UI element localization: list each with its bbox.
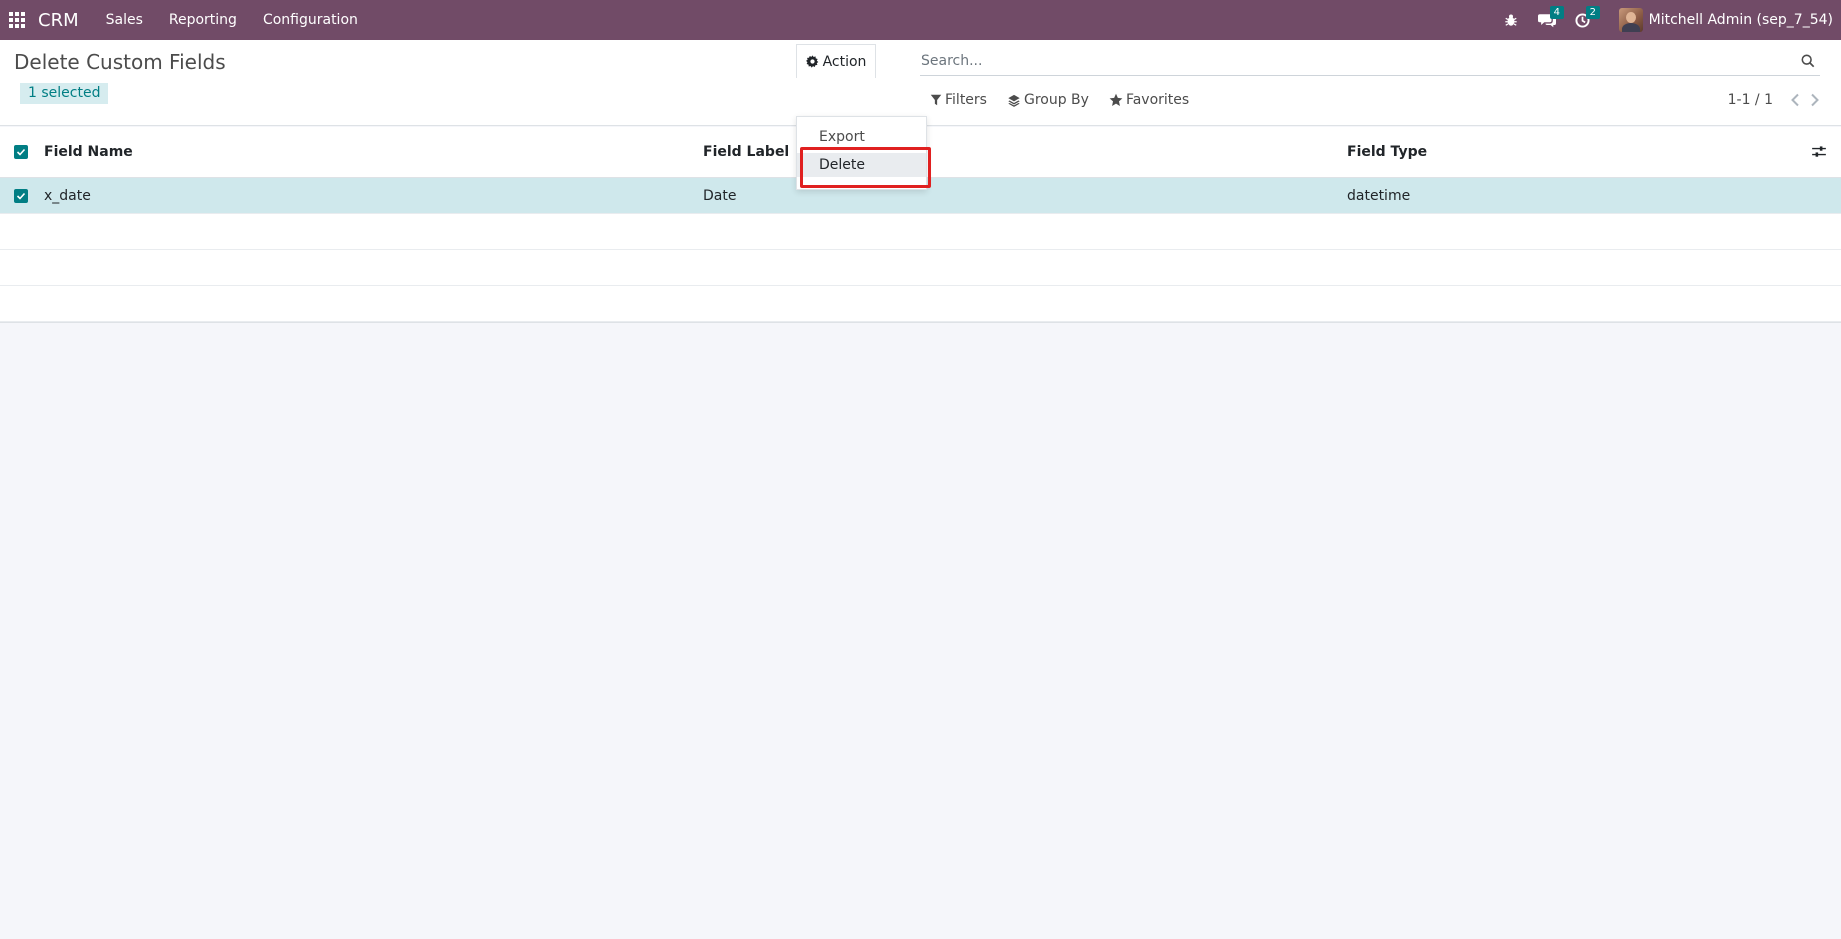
messages-count-badge: 4 <box>1549 6 1564 19</box>
pager: 1-1 / 1 <box>1728 90 1825 110</box>
empty-row <box>0 250 1841 286</box>
filter-funnel-icon <box>930 94 942 106</box>
debug-bug-icon[interactable] <box>1495 0 1527 40</box>
column-header-field-label[interactable]: Field Label <box>703 144 789 160</box>
pager-value[interactable]: 1-1 / 1 <box>1728 92 1773 108</box>
cell-field-type: datetime <box>1347 187 1411 204</box>
pager-previous-icon[interactable] <box>1785 90 1805 110</box>
navbar-systray: 4 2 Mitchell Admin (sep_7_54) <box>1491 0 1841 40</box>
action-label: Action <box>822 53 867 70</box>
select-all-checkbox[interactable] <box>14 145 28 159</box>
user-menu[interactable]: Mitchell Admin (sep_7_54) <box>1618 8 1833 32</box>
empty-row <box>0 214 1841 250</box>
cell-field-name: x_date <box>44 187 91 204</box>
favorites-button[interactable]: Favorites <box>1109 92 1189 108</box>
activities-clock-icon[interactable]: 2 <box>1567 0 1600 40</box>
row-checkbox[interactable] <box>14 188 28 203</box>
filters-label: Filters <box>945 92 987 108</box>
search-input[interactable] <box>920 52 1796 69</box>
selected-count-badge: 1 selected <box>20 83 109 104</box>
action-button[interactable]: Action <box>796 44 876 78</box>
menu-item-delete[interactable]: Delete <box>797 153 926 177</box>
gear-icon <box>805 55 819 68</box>
search-options: Filters Group By Favorites <box>930 88 1209 112</box>
menu-sales[interactable]: Sales <box>93 0 156 40</box>
cell-field-label: Date <box>703 187 737 204</box>
menu-configuration[interactable]: Configuration <box>250 0 371 40</box>
optional-columns-sliders-icon[interactable] <box>1809 142 1829 162</box>
search-bar <box>920 46 1820 76</box>
app-menu-icon[interactable] <box>0 0 34 40</box>
group-by-button[interactable]: Group By <box>1007 92 1089 108</box>
app-brand[interactable]: CRM <box>38 10 79 31</box>
search-icon[interactable] <box>1796 49 1820 73</box>
layers-icon <box>1008 94 1020 107</box>
messages-chat-icon[interactable]: 4 <box>1531 0 1564 40</box>
filters-button[interactable]: Filters <box>930 92 987 108</box>
column-header-field-name[interactable]: Field Name <box>44 144 133 160</box>
page-title[interactable]: Delete Custom Fields <box>14 50 226 74</box>
control-panel: Delete Custom Fields 1 selected Filters … <box>0 40 1841 126</box>
group-by-label: Group By <box>1023 92 1089 108</box>
top-navbar: CRM Sales Reporting Configuration 4 2 Mi… <box>0 0 1841 40</box>
star-icon <box>1109 93 1123 106</box>
column-header-field-type[interactable]: Field Type <box>1347 144 1427 160</box>
menu-reporting[interactable]: Reporting <box>156 0 250 40</box>
pager-next-icon[interactable] <box>1805 90 1825 110</box>
activities-count-badge: 2 <box>1585 6 1600 19</box>
menu-item-export[interactable]: Export <box>797 125 926 149</box>
empty-row <box>0 286 1841 322</box>
content-background <box>0 322 1841 939</box>
user-name: Mitchell Admin (sep_7_54) <box>1648 12 1833 28</box>
action-dropdown-menu: Export Delete <box>796 116 927 190</box>
user-avatar <box>1618 8 1643 32</box>
favorites-label: Favorites <box>1125 92 1190 108</box>
